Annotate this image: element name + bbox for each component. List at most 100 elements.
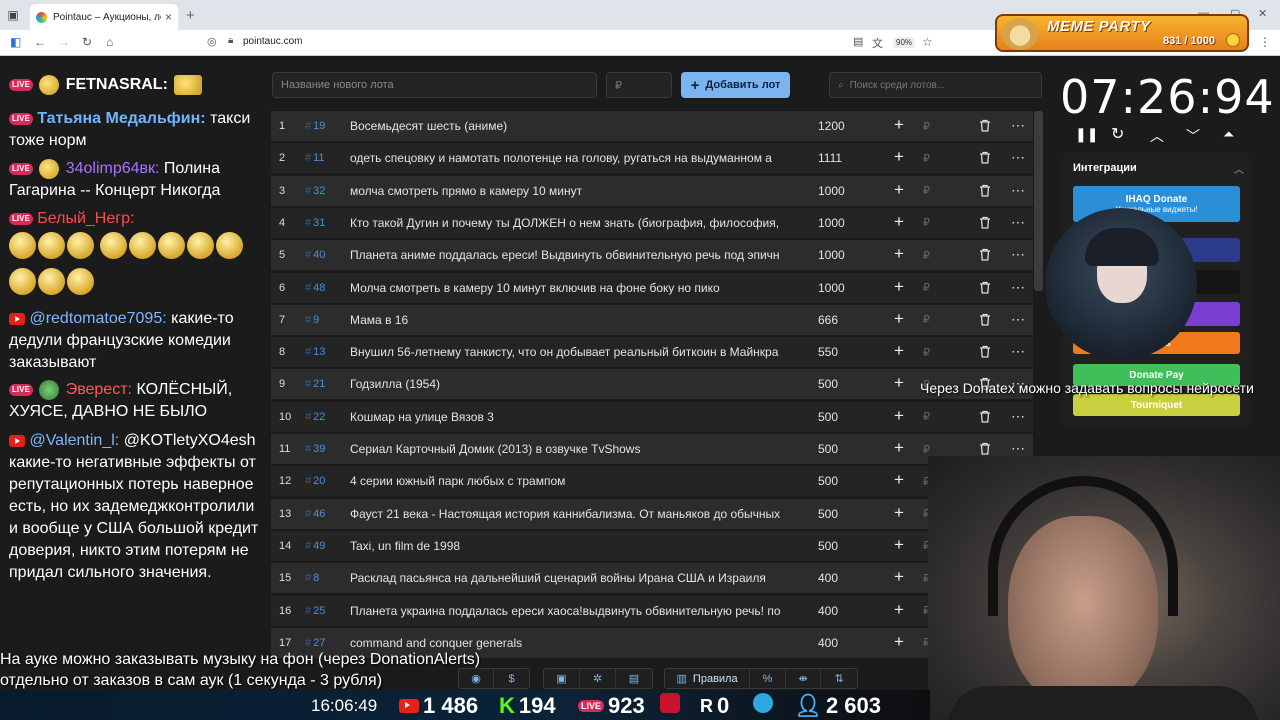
double-time-icon[interactable]: ⏶	[1223, 126, 1234, 143]
add-amount-icon[interactable]: +	[894, 373, 904, 393]
site-info-icon[interactable]: ◎	[207, 35, 217, 48]
lot-name[interactable]: Сериал Карточный Домик (2013) в озвучке …	[350, 442, 790, 456]
add-amount-icon[interactable]: +	[894, 180, 904, 200]
add-amount-icon[interactable]: +	[894, 503, 904, 523]
add-amount-icon[interactable]: +	[894, 438, 904, 458]
lot-amount[interactable]: 1000	[818, 248, 845, 262]
add-amount-icon[interactable]: +	[894, 212, 904, 232]
delete-all-icon[interactable]: ▤	[616, 668, 652, 689]
delete-lot-icon[interactable]	[979, 151, 991, 167]
lot-row[interactable]: 1 #19 Восемьдесят шесть (аниме) 1200 + ₽ ⋯	[271, 111, 1033, 141]
percent-icon[interactable]: %	[750, 668, 786, 689]
add-time-icon[interactable]: ︿	[1150, 126, 1164, 146]
lot-name[interactable]: Планета аниме поддалась ереси! Выдвинуть…	[350, 248, 790, 262]
lot-amount[interactable]: 500	[818, 442, 838, 456]
lot-amount[interactable]: 500	[818, 410, 838, 424]
more-options-icon[interactable]: ⋯	[1011, 311, 1025, 328]
lot-amount[interactable]: 550	[818, 345, 838, 359]
add-amount-icon[interactable]: +	[894, 406, 904, 426]
lot-amount[interactable]: 400	[818, 571, 838, 585]
more-options-icon[interactable]: ⋯	[1011, 343, 1025, 360]
close-tab-icon[interactable]: ×	[165, 10, 172, 24]
delete-lot-icon[interactable]	[979, 248, 991, 264]
lot-name[interactable]: Планета украина поддалась ереси хаоса!вы…	[350, 604, 790, 618]
delete-lot-icon[interactable]	[979, 216, 991, 232]
add-amount-icon[interactable]: +	[894, 147, 904, 167]
delete-lot-icon[interactable]	[979, 345, 991, 361]
add-lot-button[interactable]: + Добавить лот	[681, 72, 790, 98]
lot-amount[interactable]: 500	[818, 507, 838, 521]
lot-name[interactable]: Молча смотреть в камеру 10 минут включив…	[350, 281, 790, 295]
lot-row[interactable]: 15 #8 Расклад пасьянса на дальнейший сцена…	[271, 563, 1033, 594]
lot-row[interactable]: 12 #20 4 серии южный парк любых с трампом 5…	[271, 466, 1033, 497]
delete-lot-icon[interactable]	[979, 410, 991, 426]
tab-list-icon[interactable]: ▣	[0, 0, 26, 30]
lot-row[interactable]: 6 #48 Молча смотреть в камеру 10 минут вкл…	[271, 272, 1033, 303]
home-icon[interactable]: ⌂	[106, 35, 113, 49]
more-options-icon[interactable]: ⋯	[1011, 279, 1025, 296]
reload-icon[interactable]: ↻	[82, 35, 92, 49]
more-options-icon[interactable]: ⋯	[1011, 246, 1025, 263]
lot-row[interactable]: 4 #31 Кто такой Дугин и почему ты ДОЛЖЕН о…	[271, 207, 1033, 238]
add-amount-icon[interactable]: +	[894, 632, 904, 652]
add-amount-icon[interactable]: +	[894, 470, 904, 490]
reset-timer-icon[interactable]: ↻	[1111, 124, 1124, 144]
lot-name[interactable]: молча смотреть прямо в камеру 10 минут	[350, 184, 790, 198]
donate-dollar-icon[interactable]: $	[494, 668, 529, 689]
lot-row[interactable]: 13 #46 Фауст 21 века - Настоящая история к…	[271, 498, 1033, 529]
lot-name[interactable]: Taxi, un film de 1998	[350, 539, 790, 553]
lot-row[interactable]: 5 #40 Планета аниме поддалась ереси! Выдви…	[271, 240, 1033, 271]
sidebar-toggle-icon[interactable]: ◧	[10, 35, 21, 49]
close-window-icon[interactable]: ✕	[1258, 7, 1267, 20]
new-tab-icon[interactable]: +	[186, 7, 195, 24]
new-lot-name-input[interactable]: Название нового лота	[272, 72, 597, 98]
lot-name[interactable]: Годзилла (1954)	[350, 377, 790, 391]
lot-name[interactable]: Мама в 16	[350, 313, 790, 327]
delete-lot-icon[interactable]	[979, 313, 991, 329]
delete-lot-icon[interactable]	[979, 184, 991, 200]
lot-amount[interactable]: 500	[818, 539, 838, 553]
lot-amount[interactable]: 1000	[818, 184, 845, 198]
lot-search-input[interactable]: ⌕ Поиск среди лотов...	[829, 72, 1042, 98]
lot-name[interactable]: Кто такой Дугин и почему ты ДОЛЖЕН о нем…	[350, 216, 790, 230]
lot-amount[interactable]: 666	[818, 313, 838, 327]
translate-icon[interactable]: 文	[872, 35, 883, 51]
lot-row[interactable]: 8 #13 Внушил 56-летнему танкисту, что он д…	[271, 337, 1033, 368]
lot-row[interactable]: 16 #25 Планета украина поддалась ереси хао…	[271, 595, 1033, 626]
github-icon[interactable]: ◉	[459, 668, 495, 689]
lot-row[interactable]: 7 #9 Мама в 16 666 + ₽ ⋯	[271, 304, 1033, 335]
more-options-icon[interactable]: ⋯	[1011, 149, 1025, 166]
add-amount-icon[interactable]: +	[894, 309, 904, 329]
lot-name[interactable]: Фауст 21 века - Настоящая история канниб…	[350, 507, 790, 521]
add-amount-icon[interactable]: +	[894, 244, 904, 264]
lot-row[interactable]: 14 #49 Taxi, un film de 1998 500 + ₽	[271, 530, 1033, 561]
back-icon[interactable]: ←	[34, 35, 46, 49]
lot-amount[interactable]: 400	[818, 636, 838, 650]
add-amount-icon[interactable]: +	[894, 535, 904, 555]
more-options-icon[interactable]: ⋯	[1011, 182, 1025, 199]
lots-scrollbar[interactable]	[1034, 111, 1043, 291]
bug-icon[interactable]: ✲	[580, 668, 616, 689]
lot-name[interactable]: Внушил 56-летнему танкисту, что он добыв…	[350, 345, 790, 359]
balance-icon[interactable]: ⇼	[786, 668, 822, 689]
add-amount-icon[interactable]: +	[894, 567, 904, 587]
add-amount-icon[interactable]: +	[894, 600, 904, 620]
lot-amount[interactable]: 500	[818, 377, 838, 391]
lot-row[interactable]: 3 #32 молча смотреть прямо в камеру 10 мин…	[271, 175, 1033, 206]
lot-row[interactable]: 10 #22 Кошмар на улице Вязов 3 500 + ₽ ⋯	[271, 401, 1033, 432]
lot-name[interactable]: Расклад пасьянса на дальнейший сценарий …	[350, 571, 790, 585]
pause-icon[interactable]: ❚❚	[1075, 126, 1098, 143]
lot-row[interactable]: 9 #21 Годзилла (1954) 500 + ₽ ⋯	[271, 369, 1033, 400]
zoom-level[interactable]: 90%	[893, 37, 916, 48]
rules-button[interactable]: ▥ Правила	[665, 668, 751, 689]
lot-row[interactable]: 11 #39 Сериал Карточный Домик (2013) в озв…	[271, 434, 1033, 464]
delete-lot-icon[interactable]	[979, 119, 991, 135]
lot-name[interactable]: Восемьдесят шесть (аниме)	[350, 119, 790, 133]
sort-icon[interactable]: ⇅	[821, 668, 857, 689]
more-options-icon[interactable]: ⋯	[1011, 408, 1025, 425]
add-amount-icon[interactable]: +	[894, 341, 904, 361]
address-bar[interactable]: pointauc.com	[243, 36, 302, 47]
new-lot-amount-input[interactable]: ₽	[606, 72, 672, 98]
add-amount-icon[interactable]: +	[894, 115, 904, 135]
collapse-icon[interactable]: ︿	[1234, 161, 1244, 176]
